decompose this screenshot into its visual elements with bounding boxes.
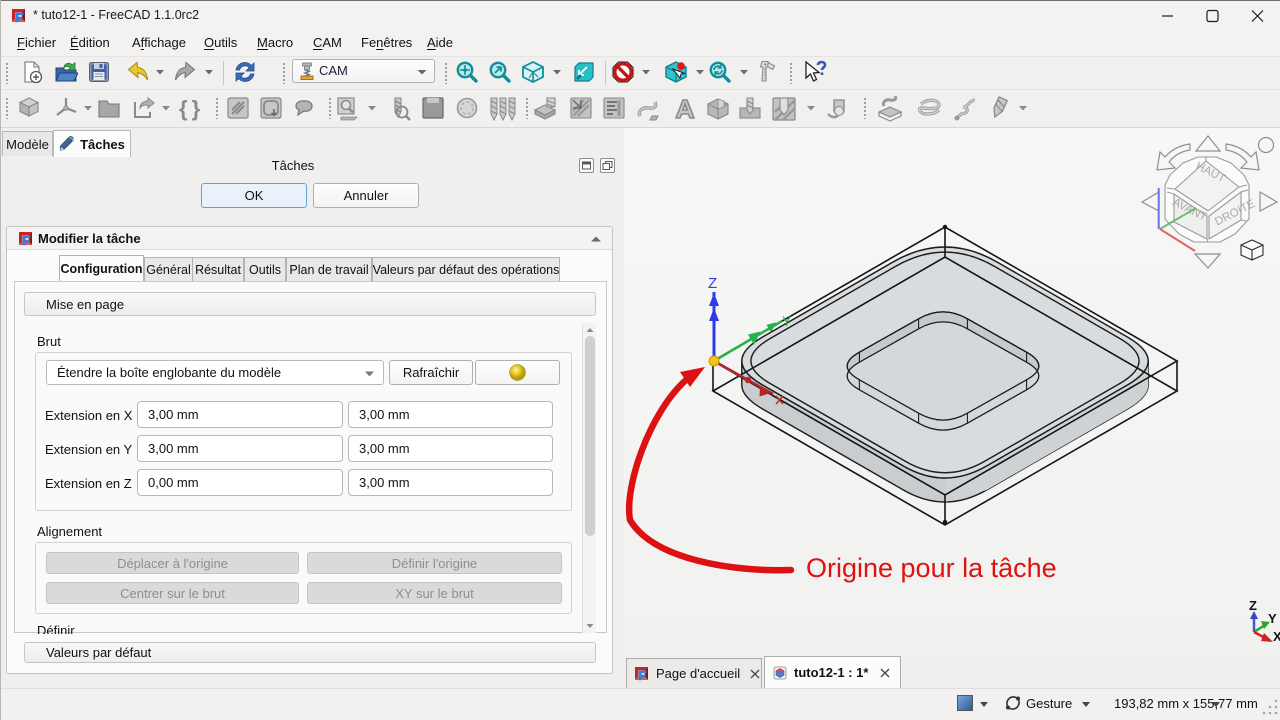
svg-text:Y: Y [1268,611,1277,626]
svg-text:Z: Z [708,275,717,292]
svg-text:Y: Y [782,313,792,329]
svg-text:Z: Z [1249,598,1257,613]
svg-text:X: X [1273,629,1280,644]
